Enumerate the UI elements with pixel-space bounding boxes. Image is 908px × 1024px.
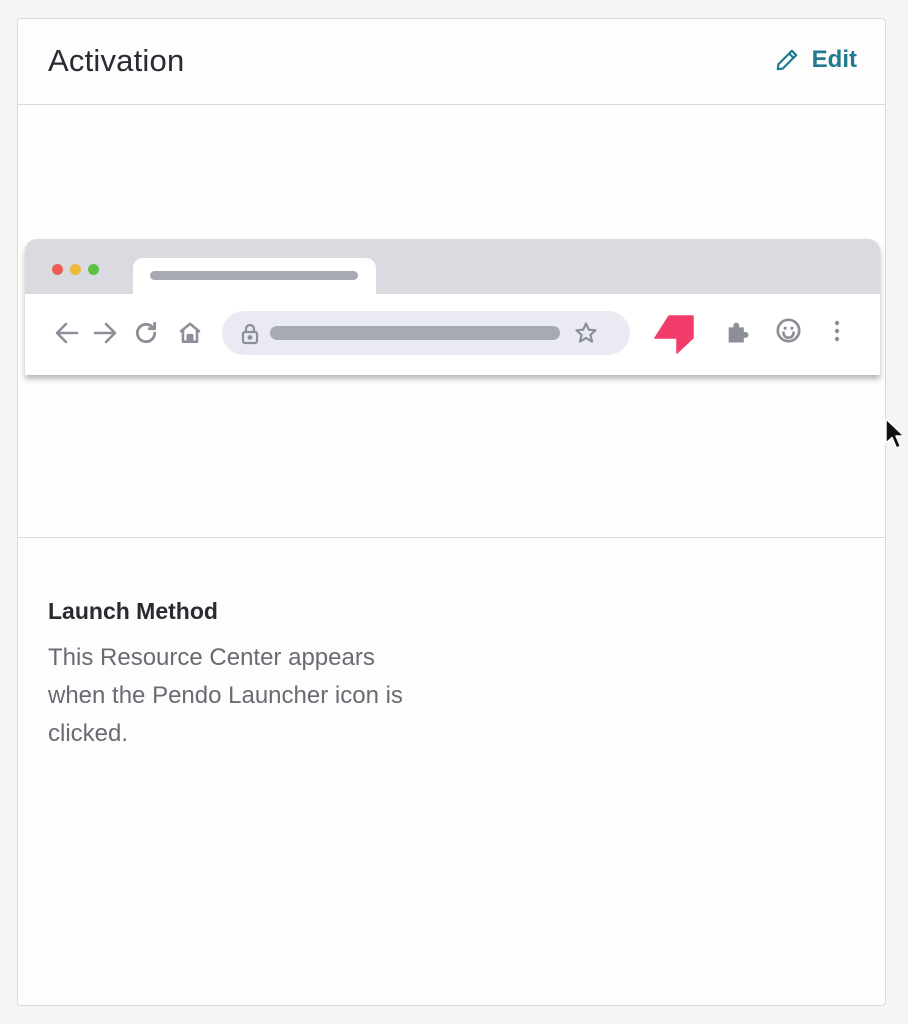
address-bar[interactable] bbox=[222, 311, 630, 355]
smiley-icon[interactable] bbox=[775, 317, 802, 344]
home-icon bbox=[179, 322, 201, 343]
url-placeholder bbox=[270, 326, 560, 340]
edit-button[interactable]: Edit bbox=[774, 46, 857, 74]
browser-tab bbox=[133, 258, 376, 295]
forward-arrow-icon bbox=[93, 322, 117, 344]
mouse-cursor-icon bbox=[885, 418, 905, 449]
pencil-icon bbox=[774, 47, 800, 73]
tab-title-placeholder bbox=[150, 271, 358, 280]
back-arrow-icon bbox=[55, 322, 79, 344]
close-dot bbox=[52, 264, 63, 275]
more-vertical-icon[interactable] bbox=[831, 319, 843, 343]
card-header: Activation Edit bbox=[18, 19, 885, 105]
launch-method-description: This Resource Center appears when the Pe… bbox=[48, 644, 403, 747]
browser-toolbar bbox=[25, 294, 880, 375]
activation-card: Activation Edit Launch Method This Resou… bbox=[17, 18, 905, 1006]
minimize-dot bbox=[70, 264, 81, 275]
browser-mockup bbox=[25, 239, 880, 375]
launcher-preview bbox=[18, 105, 905, 538]
browser-tabstrip bbox=[25, 239, 880, 295]
reload-icon bbox=[136, 321, 157, 344]
puzzle-icon[interactable] bbox=[724, 318, 752, 346]
lock-icon bbox=[241, 323, 259, 345]
maximize-dot bbox=[88, 264, 99, 275]
star-icon[interactable] bbox=[574, 321, 598, 345]
pendo-launcher-icon[interactable] bbox=[653, 314, 695, 354]
launch-method-title: Launch Method bbox=[48, 598, 218, 624]
card-title: Activation bbox=[48, 43, 185, 78]
edit-label: Edit bbox=[811, 46, 857, 73]
